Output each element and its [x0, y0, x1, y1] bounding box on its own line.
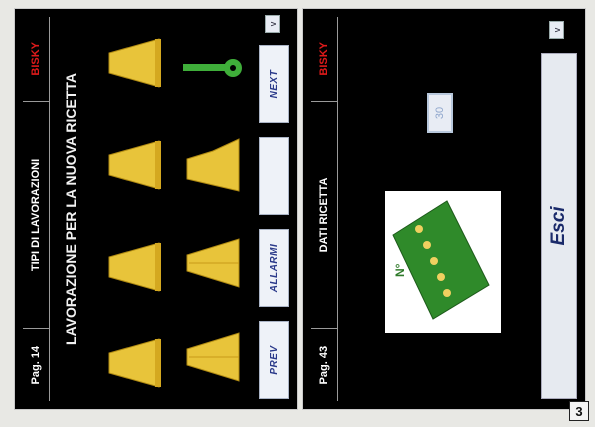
allarmi-button[interactable]: ALLARMI [259, 229, 289, 307]
brand-label: BISKY [318, 41, 330, 76]
screen-content: Pag. 43 DATI RICETTA BISKY N° 30 Esci v [303, 9, 585, 409]
nozzle-round-icon[interactable] [105, 235, 163, 299]
next-button[interactable]: NEXT [259, 45, 289, 123]
page-label: Pag. 14 [23, 328, 49, 401]
nozzle-round-icon[interactable] [105, 31, 163, 95]
section-heading: LAVORAZIONE PER LA NUOVA RICETTA [63, 73, 79, 345]
page-title: DATI RICETTA [311, 100, 337, 329]
prev-button[interactable]: PREV [259, 321, 289, 399]
screen-tipi-lavorazioni: Pag. 14 TIPI DI LAVORAZIONI BISKY LAVORA… [14, 8, 298, 410]
header-bar: Pag. 14 TIPI DI LAVORAZIONI BISKY [23, 17, 49, 401]
tray-icon [392, 200, 490, 320]
scroll-down-button[interactable]: v [265, 15, 280, 33]
page-title: TIPI DI LAVORAZIONI [23, 100, 49, 329]
nozzle-round-icon[interactable] [105, 331, 163, 395]
header-divider [337, 17, 338, 401]
screen-content: Pag. 14 TIPI DI LAVORAZIONI BISKY LAVORA… [15, 9, 297, 409]
exit-button[interactable]: Esci [541, 53, 577, 399]
page-label: Pag. 43 [311, 328, 337, 401]
figure-number: 3 [569, 401, 589, 421]
header-bar: Pag. 43 DATI RICETTA BISKY [311, 17, 337, 401]
quantity-field[interactable]: 30 [427, 93, 453, 133]
nozzle-round-icon[interactable] [105, 133, 163, 197]
recipe-plate-diagram: N° [385, 191, 501, 333]
nozzle-star-icon[interactable] [183, 235, 245, 291]
scroll-down-button[interactable]: v [549, 21, 564, 39]
nozzle-star-icon[interactable] [183, 329, 245, 385]
nozzle-flat-icon[interactable] [183, 133, 245, 197]
tool-wrench-icon[interactable] [179, 45, 247, 91]
blank-button[interactable] [259, 137, 289, 215]
brand-label: BISKY [30, 41, 42, 76]
figure-frame: Pag. 14 TIPI DI LAVORAZIONI BISKY LAVORA… [0, 0, 595, 427]
header-divider [49, 17, 50, 401]
plate-count-label: N° [393, 263, 407, 277]
screen-dati-ricetta: Pag. 43 DATI RICETTA BISKY N° 30 Esci v [302, 8, 586, 410]
